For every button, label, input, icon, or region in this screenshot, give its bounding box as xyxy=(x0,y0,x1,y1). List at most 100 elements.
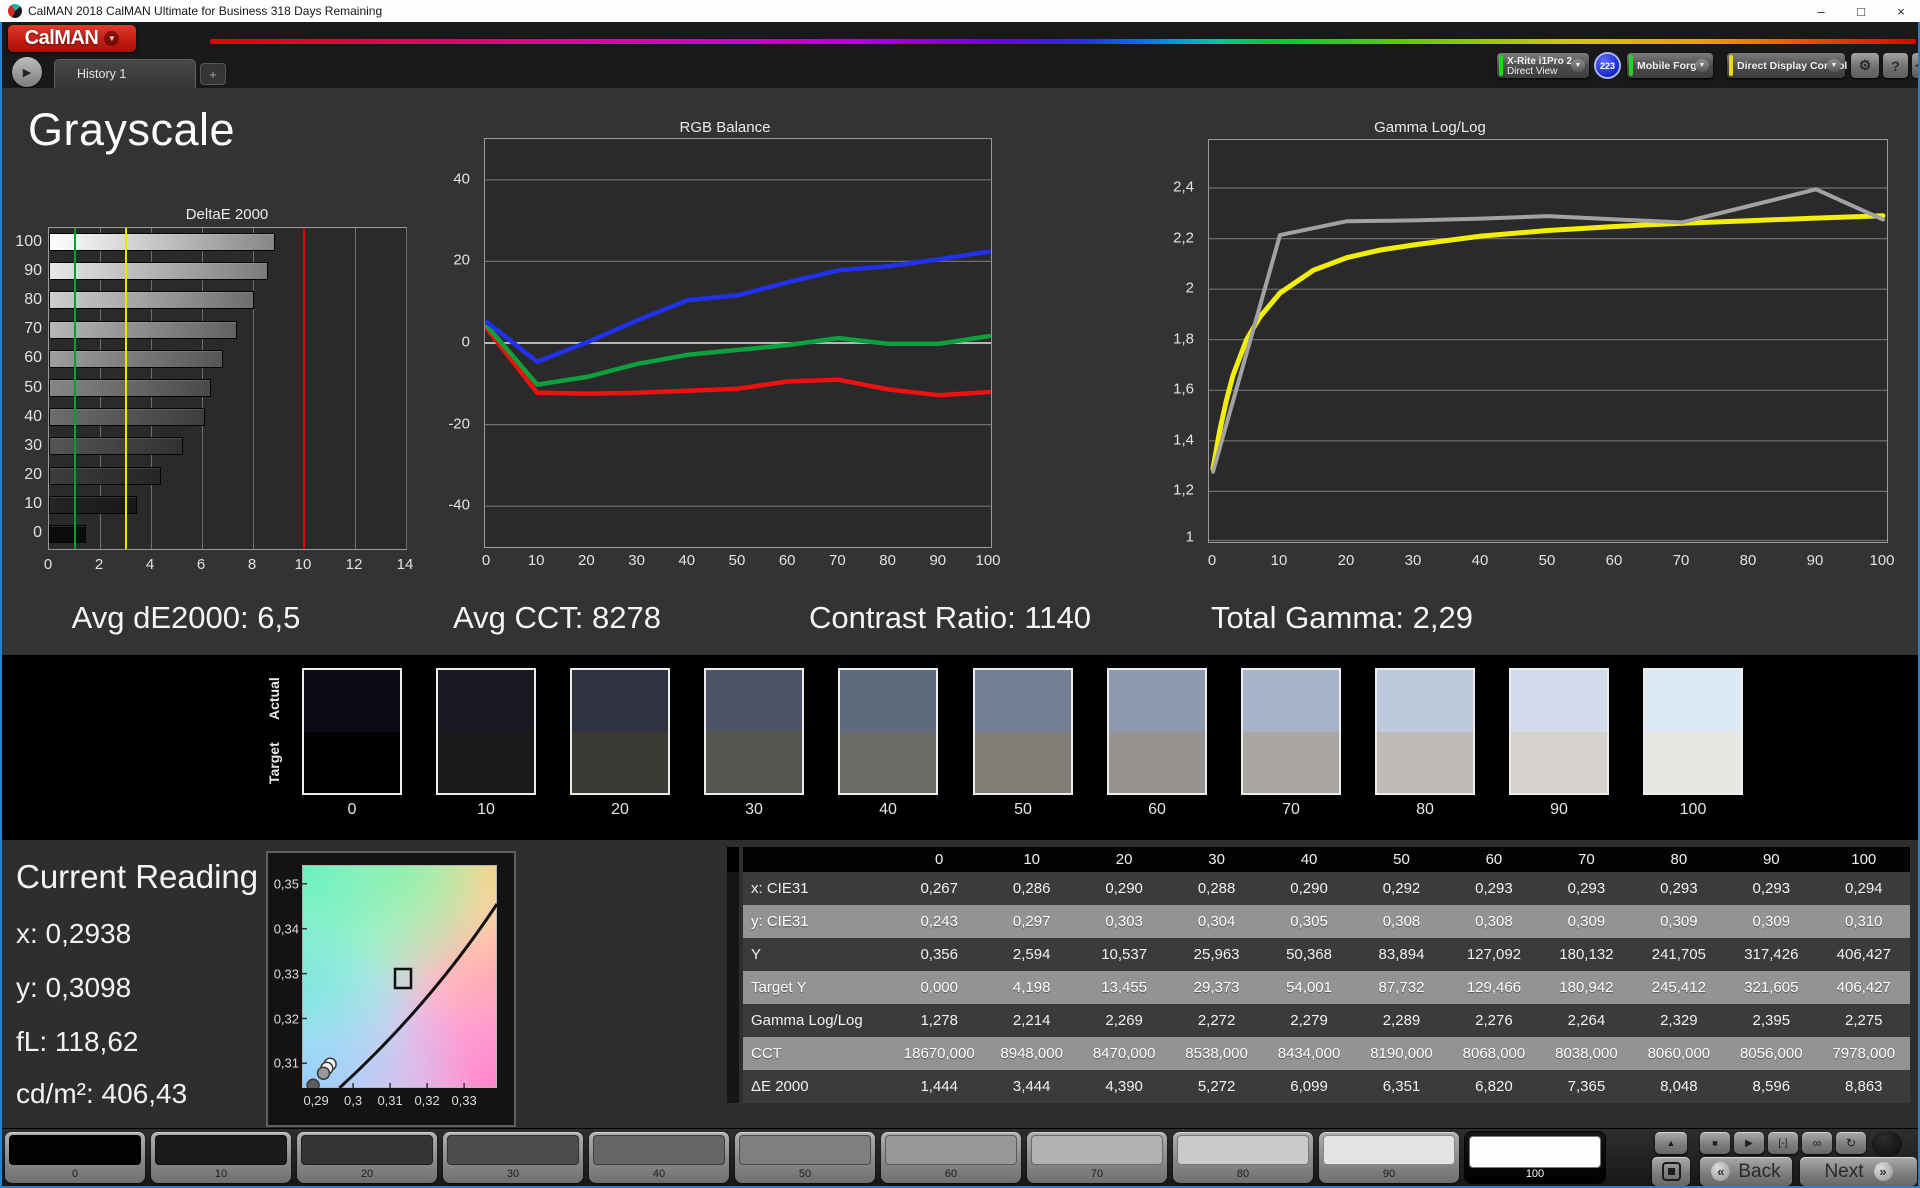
patch-button-80[interactable]: 80 xyxy=(1173,1132,1313,1183)
axis-tick-label: 20 xyxy=(24,466,42,483)
table-cell: 317,426 xyxy=(1744,946,1799,963)
swatch-level-label: 0 xyxy=(347,801,357,818)
table-header-cell: 100 xyxy=(1851,851,1877,868)
add-tab-button[interactable]: + xyxy=(200,63,226,85)
patch-button-100[interactable]: 100 xyxy=(1465,1132,1605,1183)
reference-line xyxy=(303,228,305,549)
table-cell: 0,292 xyxy=(1382,880,1421,897)
loop-button[interactable]: ∞ xyxy=(1802,1132,1832,1154)
axis-tick-label: 0,32 xyxy=(414,1093,440,1108)
table-header-cell: 70 xyxy=(1578,851,1595,868)
deltae-bar xyxy=(49,291,255,310)
patch-level-label: 50 xyxy=(798,1168,812,1180)
patch-swatch xyxy=(739,1135,871,1165)
stop-button[interactable]: ■ xyxy=(1700,1132,1730,1154)
source-dropdown[interactable]: Mobile Forge ▼ xyxy=(1627,53,1713,78)
actual-row-label: Actual xyxy=(266,677,282,721)
table-header-cell: 40 xyxy=(1300,851,1318,868)
patch-button-40[interactable]: 40 xyxy=(589,1132,729,1183)
patch-button-60[interactable]: 60 xyxy=(881,1132,1021,1183)
table-cell: 0,305 xyxy=(1290,913,1328,930)
table-cell: 18670,000 xyxy=(903,1045,975,1062)
swatch-actual xyxy=(706,670,802,732)
table-cell: 0,303 xyxy=(1105,913,1143,930)
axis-tick-label: 70 xyxy=(1672,552,1690,569)
table-row: Target Y 0,000 4,198 13,455 29,373 54,001 87,7… xyxy=(743,971,1910,1004)
panel-up-button[interactable]: ▲ xyxy=(1655,1132,1687,1154)
swatch-target xyxy=(1109,731,1205,793)
table-cell: 0,309 xyxy=(1567,913,1606,930)
axis-tick-label: 0,32 xyxy=(273,1011,299,1026)
gear-icon: ⚙ xyxy=(1858,57,1872,73)
grayscale-strip: Actual Target 0 10 20 30 40 50 60 70 80 90 100 xyxy=(0,655,1920,840)
table-scrollbar[interactable] xyxy=(727,847,739,1103)
deltae-bar xyxy=(49,233,275,251)
patch-button-20[interactable]: 20 xyxy=(297,1132,437,1183)
patch-button-0[interactable]: 0 xyxy=(5,1132,145,1183)
table-cell: 0,308 xyxy=(1475,913,1513,930)
next-button[interactable]: Next » xyxy=(1800,1157,1917,1186)
patch-window-button[interactable] xyxy=(1652,1157,1690,1186)
patch-button-30[interactable]: 30 xyxy=(443,1132,583,1183)
axis-tick-label: 0,33 xyxy=(273,966,299,982)
workflow-expand-button[interactable]: ▶ xyxy=(12,57,42,87)
deltae-chart-title: DeltaE 2000 xyxy=(185,206,269,223)
table-cell: 4,390 xyxy=(1105,1078,1143,1095)
close-button[interactable]: × xyxy=(1882,0,1920,22)
meter-status-stripe xyxy=(1499,55,1503,76)
axis-tick-label: 60 xyxy=(1605,552,1623,569)
table-cell: 0,290 xyxy=(1290,880,1328,897)
refresh-button[interactable]: ↻ xyxy=(1836,1132,1866,1154)
patch-swatch xyxy=(1177,1135,1309,1165)
meter-mode: Direct View xyxy=(1507,66,1558,77)
table-cell: 87,732 xyxy=(1378,979,1425,996)
maximize-button[interactable]: □ xyxy=(1842,0,1880,22)
settings-button[interactable]: ⚙ xyxy=(1851,53,1879,78)
stat-avg-cct: Avg CCT: 8278 xyxy=(453,600,661,635)
table-header-cell: 10 xyxy=(1023,851,1041,868)
calman-menu-button[interactable]: CalMAN ▼ xyxy=(8,25,136,52)
grayscale-swatch xyxy=(1509,668,1609,795)
meter-dropdown[interactable]: X-Rite i1Pro 2 Direct View ▼ xyxy=(1497,53,1589,78)
measurement-table: 0 10 20 30 40 50 60 70 80 90 100 x: CIE31 0,267 0,286… xyxy=(743,847,1910,1103)
table-cell: 8538,000 xyxy=(1185,1045,1248,1062)
patch-swatch xyxy=(885,1135,1017,1165)
patch-button-70[interactable]: 70 xyxy=(1027,1132,1167,1183)
reading-cdm2: cd/m²: 406,43 xyxy=(16,1078,188,1109)
axis-tick-label: 1 xyxy=(1185,528,1194,546)
refresh-icon: ↻ xyxy=(1845,1136,1857,1150)
table-cell: 0,304 xyxy=(1197,913,1236,930)
table-header-cell: 30 xyxy=(1208,851,1225,868)
patch-swatch xyxy=(593,1135,725,1165)
tab-history-1[interactable]: History 1 xyxy=(54,59,196,88)
deltae-bar xyxy=(49,524,86,543)
rgb-y-axis: 40 20 0 -20 -40 xyxy=(434,138,478,548)
axis-tick-label: 40 xyxy=(453,170,470,188)
table-cell: 54,001 xyxy=(1286,979,1332,996)
axis-tick-label: 0 xyxy=(33,524,42,542)
step-button[interactable]: [-] xyxy=(1768,1132,1798,1154)
help-button[interactable]: ? xyxy=(1883,53,1908,78)
display-control-dropdown[interactable]: Direct Display Control ▼ xyxy=(1727,53,1847,78)
table-cell: 241,705 xyxy=(1651,946,1706,963)
gamma-x-axis: 0 10 20 30 40 50 60 70 80 90 100 xyxy=(0,552,1920,572)
play-icon: ▶ xyxy=(1745,1137,1753,1149)
back-button[interactable]: « Back xyxy=(1700,1157,1792,1186)
table-cell: 50,368 xyxy=(1286,946,1332,963)
patch-button-50[interactable]: 50 xyxy=(735,1132,875,1183)
table-cell: 7,365 xyxy=(1567,1078,1606,1095)
patch-level-label: 80 xyxy=(1236,1168,1250,1180)
patch-button-10[interactable]: 10 xyxy=(151,1132,291,1183)
chevron-down-icon: ▼ xyxy=(104,31,120,46)
table-cell: 321,605 xyxy=(1744,979,1799,996)
page-title: Grayscale xyxy=(28,104,236,155)
minimize-button[interactable]: – xyxy=(1802,0,1840,22)
grayscale-swatch xyxy=(1241,668,1341,795)
up-arrow-icon: ▲ xyxy=(1666,1138,1676,1148)
meter-count-badge[interactable]: 223 xyxy=(1594,52,1621,79)
cie-x-axis: 0,29 0,3 0,31 0,32 0,33 xyxy=(302,840,497,1115)
swatch-actual xyxy=(438,670,534,732)
swatch-target xyxy=(1511,731,1607,793)
play-button[interactable]: ▶ xyxy=(1734,1132,1764,1154)
patch-button-90[interactable]: 90 xyxy=(1319,1132,1459,1183)
